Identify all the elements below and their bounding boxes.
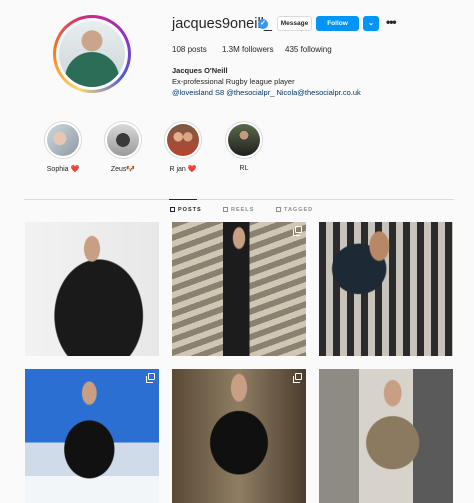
post-thumbnail[interactable]: [25, 222, 159, 356]
profile-full-name: Jacques O'Neill: [172, 66, 228, 75]
profile-avatar[interactable]: [53, 15, 131, 93]
carousel-icon: [146, 373, 155, 383]
following-count[interactable]: 435 following: [285, 45, 332, 54]
tab-tagged[interactable]: TAGGED: [276, 207, 313, 213]
post-thumbnail[interactable]: [319, 369, 453, 503]
highlight-ring: [44, 121, 82, 159]
avatar-border: [56, 18, 128, 90]
avatar-photo: [59, 21, 125, 87]
grid-icon: [170, 207, 175, 212]
tab-reels-label: REELS: [231, 207, 255, 213]
post-thumbnail[interactable]: [172, 369, 306, 503]
highlight-ring: [164, 121, 202, 159]
active-tab-indicator: [169, 199, 197, 200]
carousel-icon: [293, 373, 302, 383]
highlight-cover: [167, 124, 199, 156]
highlight-ring: [225, 121, 263, 159]
highlight-label: Zeus🐶: [110, 166, 136, 173]
follow-button[interactable]: Follow: [316, 16, 359, 31]
highlight-cover: [47, 124, 79, 156]
tab-reels[interactable]: REELS: [223, 207, 254, 213]
highlight-cover: [107, 124, 139, 156]
reels-icon: [223, 207, 228, 212]
verified-badge-icon: ✓: [258, 19, 268, 29]
post-thumbnail[interactable]: [319, 222, 453, 356]
highlight-r-jan[interactable]: R jan ❤️: [163, 121, 203, 173]
tagged-icon: [276, 207, 281, 212]
profile-bio: Ex-professional Rugby league player: [172, 77, 295, 86]
tab-posts-label: POSTS: [178, 207, 202, 213]
highlight-zeus[interactable]: Zeus🐶: [103, 121, 143, 173]
profile-bio-mentions[interactable]: @loveisland S8 @thesocialpr_ Nicola@thes…: [172, 88, 361, 97]
profile-username: jacques9oneill_: [172, 16, 272, 32]
post-thumbnail[interactable]: [172, 222, 306, 356]
highlight-sophia[interactable]: Sophia ❤️: [43, 121, 83, 173]
highlight-label: R jan ❤️: [169, 166, 197, 173]
tab-tagged-label: TAGGED: [284, 207, 314, 213]
more-options-icon[interactable]: •••: [386, 15, 397, 29]
tab-posts[interactable]: POSTS: [170, 207, 202, 213]
message-button[interactable]: Message: [277, 16, 312, 31]
highlight-label: RL: [239, 165, 249, 172]
highlight-label: Sophia ❤️: [46, 166, 80, 173]
carousel-icon: [293, 226, 302, 236]
suggestions-dropdown-button[interactable]: ⌄: [363, 16, 379, 31]
highlight-rl[interactable]: RL: [224, 121, 264, 172]
posts-count: 108 posts: [172, 45, 207, 54]
tabs-divider: [24, 199, 454, 200]
highlight-ring: [104, 121, 142, 159]
followers-count[interactable]: 1.3M followers: [222, 45, 274, 54]
highlight-cover: [228, 124, 260, 156]
post-thumbnail[interactable]: [25, 369, 159, 503]
